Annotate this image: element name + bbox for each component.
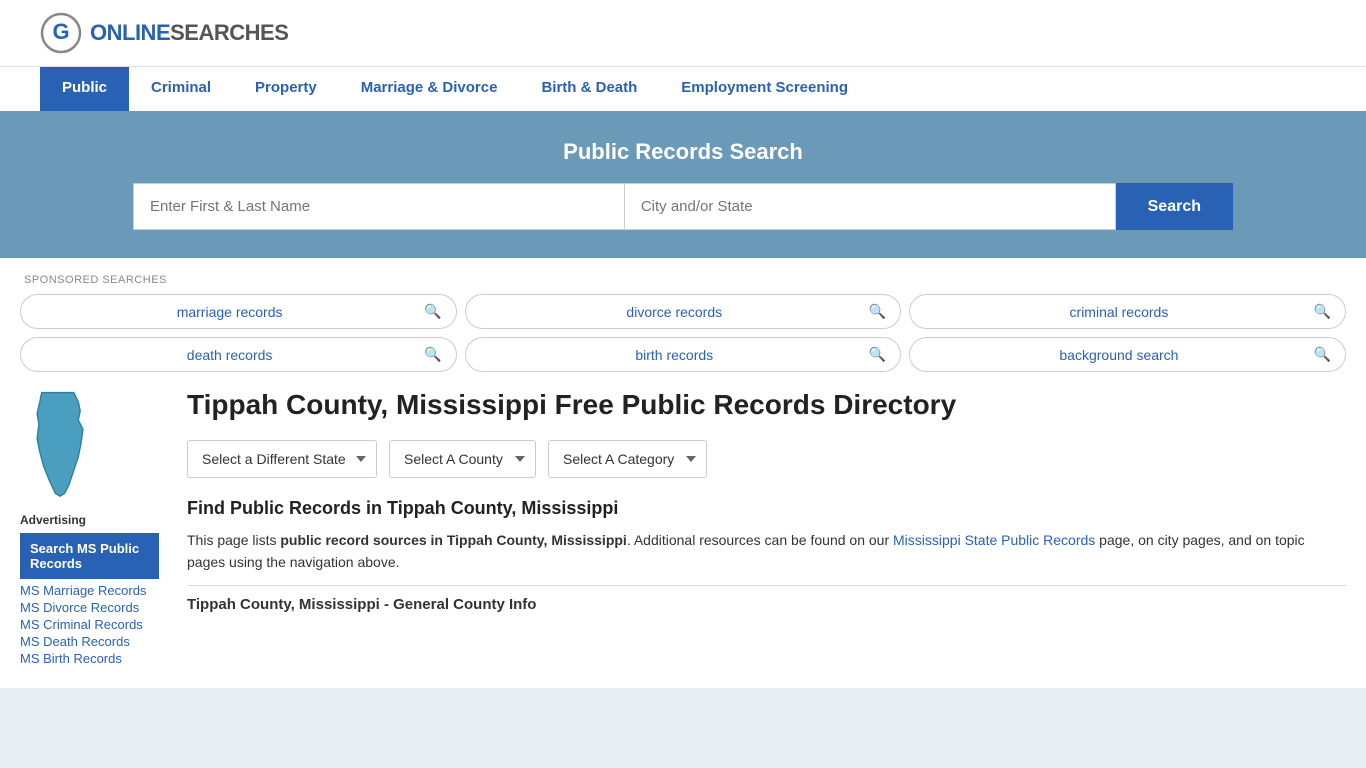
hero-section: Public Records Search Search xyxy=(0,111,1366,258)
search-button[interactable]: Search xyxy=(1116,183,1233,230)
nav-item-property[interactable]: Property xyxy=(233,67,339,111)
nav-items: Public Criminal Property Marriage & Divo… xyxy=(0,67,1366,111)
nav-item-marriage-divorce[interactable]: Marriage & Divorce xyxy=(339,67,520,111)
ad-highlight-link[interactable]: Search MS Public Records xyxy=(20,533,159,579)
nav-item-employment[interactable]: Employment Screening xyxy=(659,67,870,111)
logo[interactable]: G ONLINESEARCHES xyxy=(40,12,288,54)
search-icon-criminal: 🔍 xyxy=(1314,303,1331,320)
svg-text:G: G xyxy=(52,19,69,44)
page-content: Advertising Search MS Public Records MS … xyxy=(20,388,1346,668)
main-content: Tippah County, Mississippi Free Public R… xyxy=(175,388,1346,668)
state-map xyxy=(20,388,159,501)
search-icon-divorce: 🔍 xyxy=(869,303,886,320)
nav-item-criminal[interactable]: Criminal xyxy=(129,67,233,111)
search-icon-birth: 🔍 xyxy=(869,346,886,363)
sponsored-pill-criminal[interactable]: criminal records 🔍 xyxy=(909,294,1346,329)
pill-text-criminal: criminal records xyxy=(924,304,1313,320)
find-text-after: . Additional resources can be found on o… xyxy=(627,532,893,548)
category-dropdown[interactable]: Select A Category xyxy=(548,440,707,478)
find-text-before: This page lists xyxy=(187,532,280,548)
search-icon-death: 🔍 xyxy=(424,346,441,363)
name-input[interactable] xyxy=(133,183,624,230)
sidebar-link-birth[interactable]: MS Birth Records xyxy=(20,651,159,666)
find-title: Find Public Records in Tippah County, Mi… xyxy=(187,498,1346,519)
find-bold: public record sources in Tippah County, … xyxy=(280,532,626,548)
county-dropdown[interactable]: Select A County xyxy=(389,440,536,478)
sponsored-pill-divorce[interactable]: divorce records 🔍 xyxy=(465,294,902,329)
sponsored-pill-death[interactable]: death records 🔍 xyxy=(20,337,457,372)
pill-text-divorce: divorce records xyxy=(480,304,869,320)
content-area: SPONSORED SEARCHES marriage records 🔍 di… xyxy=(0,258,1366,688)
page-title: Tippah County, Mississippi Free Public R… xyxy=(187,388,1346,422)
mississippi-map-icon xyxy=(20,388,100,498)
hero-title: Public Records Search xyxy=(40,139,1326,165)
state-dropdown[interactable]: Select a Different State xyxy=(187,440,377,478)
sponsored-pill-background[interactable]: background search 🔍 xyxy=(909,337,1346,372)
main-container: SPONSORED SEARCHES marriage records 🔍 di… xyxy=(0,258,1366,688)
sponsored-pill-marriage[interactable]: marriage records 🔍 xyxy=(20,294,457,329)
main-nav: Public Criminal Property Marriage & Divo… xyxy=(0,66,1366,111)
sidebar: Advertising Search MS Public Records MS … xyxy=(20,388,175,668)
sidebar-link-criminal[interactable]: MS Criminal Records xyxy=(20,617,159,632)
sponsored-label: SPONSORED SEARCHES xyxy=(20,274,1346,286)
find-description: This page lists public record sources in… xyxy=(187,529,1346,574)
header: G ONLINESEARCHES xyxy=(0,0,1366,66)
advertising-label: Advertising xyxy=(20,513,159,527)
dropdowns-row: Select a Different State Select A County… xyxy=(187,440,1346,478)
pill-text-birth: birth records xyxy=(480,347,869,363)
search-bar: Search xyxy=(133,183,1233,230)
logo-icon: G xyxy=(40,12,82,54)
search-icon-background: 🔍 xyxy=(1314,346,1331,363)
sponsored-grid: marriage records 🔍 divorce records 🔍 cri… xyxy=(20,294,1346,372)
sponsored-pill-birth[interactable]: birth records 🔍 xyxy=(465,337,902,372)
pill-text-marriage: marriage records xyxy=(35,304,424,320)
sidebar-link-marriage[interactable]: MS Marriage Records xyxy=(20,583,159,598)
section-divider xyxy=(187,585,1346,586)
sidebar-link-divorce[interactable]: MS Divorce Records xyxy=(20,600,159,615)
pill-text-background: background search xyxy=(924,347,1313,363)
state-records-link[interactable]: Mississippi State Public Records xyxy=(893,532,1095,548)
location-input[interactable] xyxy=(624,183,1116,230)
logo-text: ONLINESEARCHES xyxy=(90,20,288,46)
general-info-title: Tippah County, Mississippi - General Cou… xyxy=(187,596,1346,613)
search-icon-marriage: 🔍 xyxy=(424,303,441,320)
nav-item-public[interactable]: Public xyxy=(40,67,129,111)
nav-item-birth-death[interactable]: Birth & Death xyxy=(519,67,659,111)
pill-text-death: death records xyxy=(35,347,424,363)
sidebar-link-death[interactable]: MS Death Records xyxy=(20,634,159,649)
